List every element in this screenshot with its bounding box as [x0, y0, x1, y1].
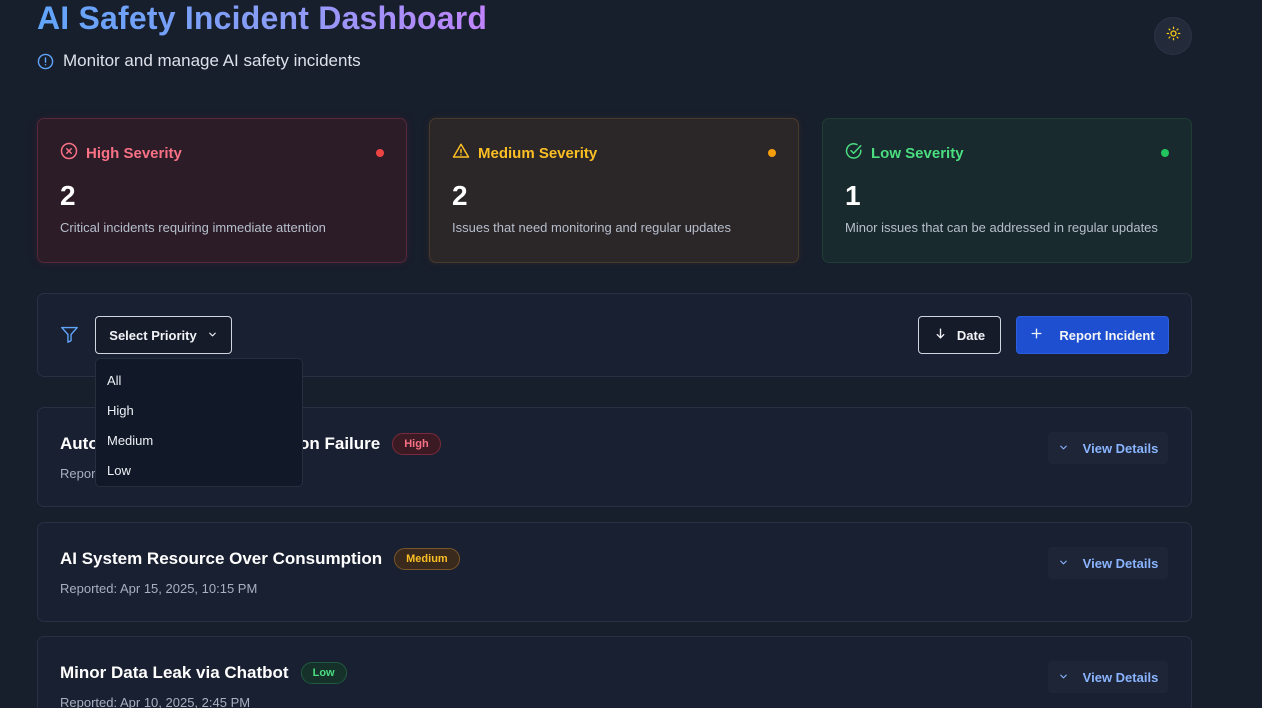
sort-date-button[interactable]: Date: [918, 316, 1001, 354]
view-details-button[interactable]: View Details: [1048, 432, 1168, 464]
theme-toggle-button[interactable]: [1154, 17, 1192, 55]
priority-option-medium[interactable]: Medium: [96, 427, 302, 457]
chevron-down-icon: [207, 328, 218, 343]
card-count: 2: [60, 180, 76, 211]
priority-dropdown-menu: All High Medium Low: [95, 358, 303, 487]
incident-card: Minor Data Leak via Chatbot Low Reported…: [37, 636, 1192, 708]
medium-severity-card: Medium Severity 2 Issues that need monit…: [429, 118, 799, 263]
high-severity-card: High Severity 2 Critical incidents requi…: [37, 118, 407, 263]
priority-option-low[interactable]: Low: [96, 457, 302, 487]
report-incident-button[interactable]: Report Incident: [1016, 316, 1169, 354]
card-count: 2: [452, 180, 468, 211]
date-button-label: Date: [956, 327, 986, 343]
priority-select[interactable]: Select Priority: [95, 316, 232, 354]
chevron-down-icon: [1058, 556, 1069, 571]
view-details-button[interactable]: View Details: [1048, 547, 1168, 579]
incident-reported-date: Reported: Apr 10, 2025, 2:45 PM: [60, 695, 251, 708]
low-severity-card: Low Severity 1 Minor issues that can be …: [822, 118, 1192, 263]
view-details-label: View Details: [1082, 669, 1159, 685]
filter-icon: [60, 326, 79, 348]
incident-reported-date: Reported: Apr 15, 2025, 10:15 PM: [60, 581, 258, 596]
card-count: 1: [845, 180, 861, 211]
priority-option-high[interactable]: High: [96, 397, 302, 427]
card-description: Critical incidents requiring immediate a…: [60, 220, 326, 235]
plus-icon: [1030, 327, 1043, 343]
subtitle-text: Monitor and manage AI safety incidents: [63, 51, 361, 70]
dashboard-page: AI Safety Incident Dashboard Monitor and…: [0, 0, 1262, 708]
info-circle-icon: [37, 53, 54, 70]
warning-triangle-icon: [452, 142, 470, 164]
chevron-down-icon: [1058, 670, 1069, 685]
severity-dot: [1161, 149, 1169, 157]
x-circle-icon: [60, 142, 78, 164]
card-description: Issues that need monitoring and regular …: [452, 220, 731, 235]
arrow-down-icon: [934, 327, 947, 343]
incident-title: AI System Resource Over Consumption: [60, 549, 383, 568]
priority-select-label: Select Priority: [109, 327, 197, 343]
severity-badge: High: [392, 433, 441, 455]
card-label: High Severity: [86, 144, 182, 162]
view-details-label: View Details: [1082, 440, 1159, 456]
severity-dot: [376, 149, 384, 157]
severity-badge: Medium: [394, 548, 460, 570]
priority-option-all[interactable]: All: [96, 367, 302, 397]
card-description: Minor issues that can be addressed in re…: [845, 220, 1158, 235]
view-details-button[interactable]: View Details: [1048, 661, 1168, 693]
sun-icon: [1166, 26, 1181, 46]
check-circle-icon: [845, 142, 863, 164]
card-label: Medium Severity: [478, 144, 598, 162]
view-details-label: View Details: [1082, 555, 1159, 571]
severity-badge: Low: [300, 662, 347, 684]
page-subtitle: Monitor and manage AI safety incidents: [37, 50, 361, 72]
page-title: AI Safety Incident Dashboard: [37, 0, 488, 36]
severity-dot: [768, 149, 776, 157]
incident-title: Minor Data Leak via Chatbot: [60, 663, 289, 682]
card-label: Low Severity: [871, 144, 964, 162]
report-button-label: Report Incident: [1059, 327, 1155, 343]
chevron-down-icon: [1058, 441, 1069, 456]
incident-card: AI System Resource Over Consumption Medi…: [37, 522, 1192, 622]
